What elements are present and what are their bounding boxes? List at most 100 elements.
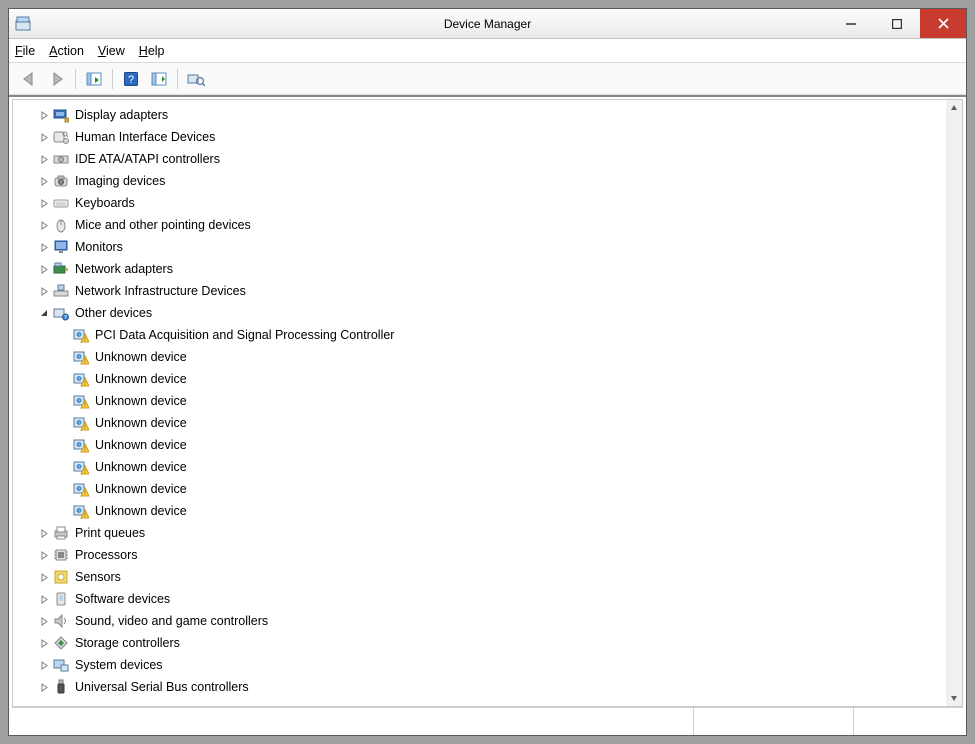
toolbar-separator: [75, 69, 76, 89]
tree-item[interactable]: ?!Unknown device: [13, 412, 946, 434]
maximize-button[interactable]: [874, 9, 920, 38]
expand-icon[interactable]: [37, 108, 51, 122]
close-button[interactable]: [920, 9, 966, 38]
tree-item-label: Keyboards: [75, 196, 135, 210]
tree-item[interactable]: ?!Unknown device: [13, 434, 946, 456]
tree-item[interactable]: Keyboards: [13, 192, 946, 214]
tree-item-label: System devices: [75, 658, 163, 672]
display-adapter-icon: [53, 107, 69, 123]
expand-icon[interactable]: [37, 262, 51, 276]
expand-icon[interactable]: [37, 570, 51, 584]
tree-item[interactable]: Network adapters: [13, 258, 946, 280]
window-title: Device Manager: [444, 17, 531, 31]
tree-item[interactable]: ?!Unknown device: [13, 346, 946, 368]
tree-item[interactable]: Sensors: [13, 566, 946, 588]
expand-icon[interactable]: [37, 614, 51, 628]
expand-icon[interactable]: [37, 526, 51, 540]
tree-item-label: Mice and other pointing devices: [75, 218, 251, 232]
unknown-device-warning-icon: ?!: [73, 349, 89, 365]
sensor-icon: [53, 569, 69, 585]
tree-item-label: Storage controllers: [75, 636, 180, 650]
tree-item[interactable]: Display adapters: [13, 104, 946, 126]
tree-item-label: Imaging devices: [75, 174, 165, 188]
tree-item-label: Human Interface Devices: [75, 130, 215, 144]
scroll-down-button[interactable]: [946, 690, 962, 706]
properties-button[interactable]: [147, 67, 171, 91]
help-button[interactable]: ?: [119, 67, 143, 91]
expand-icon[interactable]: [37, 174, 51, 188]
svg-text:?: ?: [64, 315, 67, 321]
expand-icon[interactable]: [37, 284, 51, 298]
scan-hardware-button[interactable]: [184, 67, 208, 91]
tree-item[interactable]: Processors: [13, 544, 946, 566]
imaging-icon: [53, 173, 69, 189]
tree-item[interactable]: Print queues: [13, 522, 946, 544]
system-device-icon: [53, 657, 69, 673]
unknown-device-warning-icon: ?!: [73, 393, 89, 409]
menu-bar: File Action View Help: [9, 39, 966, 63]
scroll-up-button[interactable]: [946, 100, 962, 116]
storage-icon: [53, 635, 69, 651]
tree-item[interactable]: Universal Serial Bus controllers: [13, 676, 946, 698]
tree-item[interactable]: Storage controllers: [13, 632, 946, 654]
printer-icon: [53, 525, 69, 541]
tree-item[interactable]: IDE ATA/ATAPI controllers: [13, 148, 946, 170]
tree-item[interactable]: Human Interface Devices: [13, 126, 946, 148]
expand-icon[interactable]: [37, 636, 51, 650]
tree-item[interactable]: Mice and other pointing devices: [13, 214, 946, 236]
tree-item[interactable]: ?!Unknown device: [13, 478, 946, 500]
expand-icon[interactable]: [37, 196, 51, 210]
unknown-device-warning-icon: ?!: [73, 327, 89, 343]
tree-item[interactable]: ?!Unknown device: [13, 456, 946, 478]
tree-item[interactable]: ?Other devices: [13, 302, 946, 324]
status-cell: [693, 708, 853, 735]
app-icon: [15, 16, 31, 32]
tree-item-label: Monitors: [75, 240, 123, 254]
expand-icon[interactable]: [37, 680, 51, 694]
expand-icon[interactable]: [37, 548, 51, 562]
title-bar[interactable]: Device Manager: [9, 9, 966, 39]
tree-item[interactable]: ?!Unknown device: [13, 500, 946, 522]
tree-item[interactable]: ?!Unknown device: [13, 368, 946, 390]
menu-file[interactable]: File: [15, 44, 35, 58]
menu-action[interactable]: Action: [49, 44, 84, 58]
status-cell: [853, 708, 963, 735]
hid-icon: [53, 129, 69, 145]
tree-item[interactable]: ?!Unknown device: [13, 390, 946, 412]
expand-icon[interactable]: [37, 218, 51, 232]
network-infra-icon: [53, 283, 69, 299]
window: Device Manager File Action View Help: [8, 8, 967, 736]
device-tree[interactable]: Display adapters Human Interface Devices I…: [13, 100, 946, 706]
status-bar: [12, 707, 963, 735]
unknown-device-warning-icon: ?!: [73, 415, 89, 431]
tree-item-label: Unknown device: [95, 504, 187, 518]
tree-item[interactable]: ?! PCI Data Acquisition and Signal Proces…: [13, 324, 946, 346]
scroll-track[interactable]: [946, 116, 962, 690]
tree-item[interactable]: Sound, video and game controllers: [13, 610, 946, 632]
minimize-button[interactable]: [828, 9, 874, 38]
svg-text:?: ?: [128, 74, 134, 86]
expand-icon[interactable]: [37, 658, 51, 672]
collapse-icon[interactable]: [37, 306, 51, 320]
tree-item-label: Print queues: [75, 526, 145, 540]
show-hide-tree-button[interactable]: [82, 67, 106, 91]
tree-item[interactable]: Imaging devices: [13, 170, 946, 192]
tree-item-label: IDE ATA/ATAPI controllers: [75, 152, 220, 166]
expand-icon[interactable]: [37, 240, 51, 254]
expand-icon[interactable]: [37, 130, 51, 144]
tree-item[interactable]: Software devices: [13, 588, 946, 610]
menu-help[interactable]: Help: [139, 44, 165, 58]
expand-icon[interactable]: [37, 152, 51, 166]
tree-item[interactable]: Monitors: [13, 236, 946, 258]
expand-icon[interactable]: [37, 592, 51, 606]
menu-view[interactable]: View: [98, 44, 125, 58]
forward-button[interactable]: [45, 67, 69, 91]
tree-item[interactable]: System devices: [13, 654, 946, 676]
network-adapter-icon: [53, 261, 69, 277]
back-button[interactable]: [17, 67, 41, 91]
tree-item-label: PCI Data Acquisition and Signal Processi…: [95, 328, 394, 342]
vertical-scrollbar[interactable]: [946, 100, 962, 706]
status-cell: [12, 708, 693, 735]
tree-item[interactable]: Network Infrastructure Devices: [13, 280, 946, 302]
unknown-device-warning-icon: ?!: [73, 459, 89, 475]
